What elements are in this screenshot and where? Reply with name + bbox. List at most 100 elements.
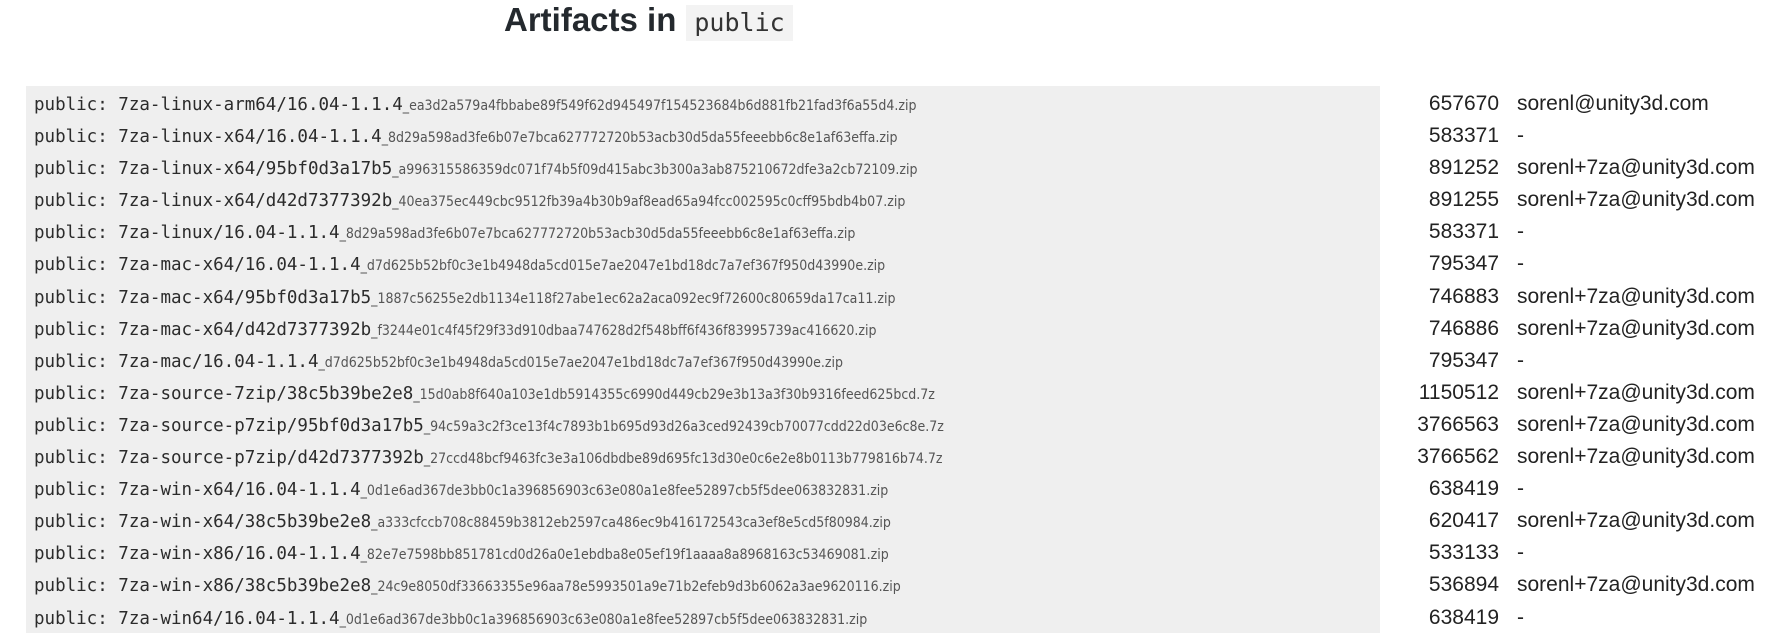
page-title-namespace: public <box>686 5 793 41</box>
artifact-size: 533133 <box>1428 541 1499 565</box>
artifact-name: 7za-source-p7zip/d42d7377392b <box>118 448 424 469</box>
artifact-name: 7za-win64/16.04-1.1.4 <box>118 608 340 629</box>
artifact-link[interactable]: public: 7za-linux-x64/16.04-1.1.4_8d29a5… <box>34 125 898 150</box>
artifact-name: 7za-linux-arm64/16.04-1.1.4 <box>118 95 403 115</box>
artifact-size: 795347 <box>1428 348 1499 372</box>
artifact-hash: _d7d625b52bf0c3e1b4948da5cd015e7ae2047e1… <box>360 258 886 275</box>
artifact-uploader: sorenl+7za@unity3d.com <box>1517 284 1755 308</box>
artifact-size: 583371 <box>1428 124 1499 148</box>
artifact-hash: _24c9e8050df33663355e96aa78e5993501a9e71… <box>371 579 901 596</box>
artifact-uploader: sorenl+7za@unity3d.com <box>1517 380 1755 404</box>
artifact-namespace: public: <box>34 448 119 469</box>
artifact-link[interactable]: public: 7za-source-p7zip/95bf0d3a17b5_94… <box>34 414 944 439</box>
artifact-link[interactable]: public: 7za-mac-x64/d42d7377392b_f3244e0… <box>34 318 877 343</box>
artifact-row: public: 7za-win-x86/16.04-1.1.4_82e7e759… <box>0 537 1783 569</box>
artifact-hash: _27ccd48bcf9463fc3e3a106dbdbe89d695fc13d… <box>423 451 943 468</box>
artifact-row: public: 7za-source-p7zip/d42d7377392b_27… <box>0 441 1783 473</box>
artifact-link[interactable]: public: 7za-linux-x64/95bf0d3a17b5_a9963… <box>34 157 918 182</box>
artifact-namespace: public: <box>34 319 119 340</box>
artifact-namespace: public: <box>34 512 119 533</box>
artifact-link[interactable]: public: 7za-source-p7zip/d42d7377392b_27… <box>34 446 943 471</box>
artifact-row: public: 7za-win-x64/16.04-1.1.4_0d1e6ad3… <box>0 473 1783 505</box>
artifact-row: public: 7za-linux-x64/95bf0d3a17b5_a9963… <box>0 152 1783 184</box>
artifact-namespace: public: <box>34 544 119 565</box>
artifact-row: public: 7za-win-x86/38c5b39be2e8_24c9e80… <box>0 569 1783 601</box>
artifact-link[interactable]: public: 7za-linux/16.04-1.1.4_8d29a598ad… <box>34 221 855 246</box>
artifact-uploader: - <box>1517 605 1524 629</box>
artifact-row: public: 7za-source-7zip/38c5b39be2e8_15d… <box>0 377 1783 409</box>
artifact-link[interactable]: public: 7za-win-x64/38c5b39be2e8_a333cfc… <box>34 510 891 535</box>
page-title-text: Artifacts in <box>504 1 677 38</box>
artifact-namespace: public: <box>34 415 119 436</box>
artifact-uploader: sorenl+7za@unity3d.com <box>1517 412 1755 436</box>
artifact-hash: _a996315586359dc071f74b5f09d415abc3b300a… <box>392 162 918 179</box>
artifact-link[interactable]: public: 7za-mac-x64/95bf0d3a17b5_1887c56… <box>34 286 896 311</box>
artifact-name: 7za-win-x64/38c5b39be2e8 <box>118 512 372 533</box>
artifact-row: public: 7za-source-p7zip/95bf0d3a17b5_94… <box>0 409 1783 441</box>
artifact-row: public: 7za-mac-x64/d42d7377392b_f3244e0… <box>0 313 1783 345</box>
artifact-size: 746883 <box>1428 284 1499 308</box>
artifact-uploader: sorenl+7za@unity3d.com <box>1517 509 1755 533</box>
artifact-uploader: - <box>1517 348 1524 372</box>
artifact-link[interactable]: public: 7za-mac-x64/16.04-1.1.4_d7d625b5… <box>34 253 885 278</box>
artifact-link[interactable]: public: 7za-win64/16.04-1.1.4_0d1e6ad367… <box>34 607 867 632</box>
artifact-namespace: public: <box>34 223 119 244</box>
artifact-size: 638419 <box>1428 605 1499 629</box>
artifact-hash: _0d1e6ad367de3bb0c1a396856903c63e080a1e8… <box>339 611 868 628</box>
page-title: Artifacts in public <box>504 0 793 41</box>
artifact-name: 7za-linux/16.04-1.1.4 <box>118 223 340 244</box>
artifact-hash: _8d29a598ad3fe6b07e7bca627772720b53acb30… <box>381 130 898 147</box>
artifact-size: 891252 <box>1428 156 1499 180</box>
artifact-namespace: public: <box>34 351 119 372</box>
artifact-name: 7za-linux-x64/95bf0d3a17b5 <box>118 159 393 180</box>
artifact-namespace: public: <box>34 191 119 212</box>
artifact-uploader: sorenl+7za@unity3d.com <box>1517 156 1755 180</box>
artifact-size: 657670 <box>1428 92 1499 115</box>
artifact-link[interactable]: public: 7za-linux-x64/d42d7377392b_40ea3… <box>34 189 905 214</box>
artifact-hash: _f3244e01c4f45f29f33d910dbaa747628d2f548… <box>371 322 877 339</box>
artifact-size: 583371 <box>1428 220 1499 244</box>
artifact-name: 7za-mac-x64/d42d7377392b <box>118 319 372 340</box>
artifact-uploader: - <box>1517 252 1524 276</box>
artifact-uploader: - <box>1517 220 1524 244</box>
artifact-namespace: public: <box>34 480 119 501</box>
artifact-list: public: 7za-linux-arm64/16.04-1.1.4_ea3d… <box>0 88 1783 633</box>
artifact-size: 1150512 <box>1418 380 1499 404</box>
artifact-uploader: sorenl@unity3d.com <box>1517 92 1709 115</box>
artifact-namespace: public: <box>34 608 119 629</box>
artifact-namespace: public: <box>34 383 119 404</box>
artifact-uploader: - <box>1517 541 1524 565</box>
artifact-hash: _1887c56255e2db1134e118f27abe1ec62a2aca0… <box>371 290 896 307</box>
artifact-link[interactable]: public: 7za-win-x86/16.04-1.1.4_82e7e759… <box>34 542 889 567</box>
artifact-uploader: sorenl+7za@unity3d.com <box>1517 316 1755 340</box>
artifact-size: 3766563 <box>1417 412 1499 436</box>
artifact-row: public: 7za-linux-x64/d42d7377392b_40ea3… <box>0 184 1783 216</box>
artifact-size: 891255 <box>1428 188 1499 212</box>
artifact-row: public: 7za-mac-x64/16.04-1.1.4_d7d625b5… <box>0 248 1783 280</box>
artifact-hash: _0d1e6ad367de3bb0c1a396856903c63e080a1e8… <box>360 483 889 500</box>
artifact-namespace: public: <box>34 255 119 276</box>
artifact-link[interactable]: public: 7za-win-x64/16.04-1.1.4_0d1e6ad3… <box>34 478 888 503</box>
artifact-link[interactable]: public: 7za-mac/16.04-1.1.4_d7d625b52bf0… <box>34 350 843 375</box>
artifact-link[interactable]: public: 7za-source-7zip/38c5b39be2e8_15d… <box>34 382 935 407</box>
artifact-row: public: 7za-linux-x64/16.04-1.1.4_8d29a5… <box>0 120 1783 152</box>
artifact-namespace: public: <box>34 95 119 115</box>
artifact-hash: _ea3d2a579a4fbbabe89f549f62d945497f15452… <box>402 98 917 114</box>
artifact-row: public: 7za-linux/16.04-1.1.4_8d29a598ad… <box>0 216 1783 248</box>
artifact-link[interactable]: public: 7za-win-x86/38c5b39be2e8_24c9e80… <box>34 574 901 599</box>
artifact-row: public: 7za-win64/16.04-1.1.4_0d1e6ad367… <box>0 602 1783 633</box>
artifact-name: 7za-source-p7zip/95bf0d3a17b5 <box>118 415 424 436</box>
artifact-namespace: public: <box>34 159 119 180</box>
artifact-name: 7za-mac-x64/95bf0d3a17b5 <box>118 287 372 308</box>
artifact-link[interactable]: public: 7za-linux-arm64/16.04-1.1.4_ea3d… <box>34 93 916 118</box>
artifact-row: public: 7za-mac/16.04-1.1.4_d7d625b52bf0… <box>0 345 1783 377</box>
artifact-namespace: public: <box>34 576 119 597</box>
artifact-uploader: - <box>1517 124 1524 148</box>
artifact-name: 7za-mac/16.04-1.1.4 <box>118 351 319 372</box>
artifact-hash: _8d29a598ad3fe6b07e7bca627772720b53acb30… <box>339 226 856 243</box>
artifact-hash: _40ea375ec449cbc9512fb39a4b30b9af8ead65a… <box>392 194 906 211</box>
artifact-row: public: 7za-linux-arm64/16.04-1.1.4_ea3d… <box>0 88 1783 120</box>
artifact-uploader: sorenl+7za@unity3d.com <box>1517 188 1755 212</box>
artifact-uploader: sorenl+7za@unity3d.com <box>1517 573 1755 597</box>
artifact-row: public: 7za-win-x64/38c5b39be2e8_a333cfc… <box>0 505 1783 537</box>
